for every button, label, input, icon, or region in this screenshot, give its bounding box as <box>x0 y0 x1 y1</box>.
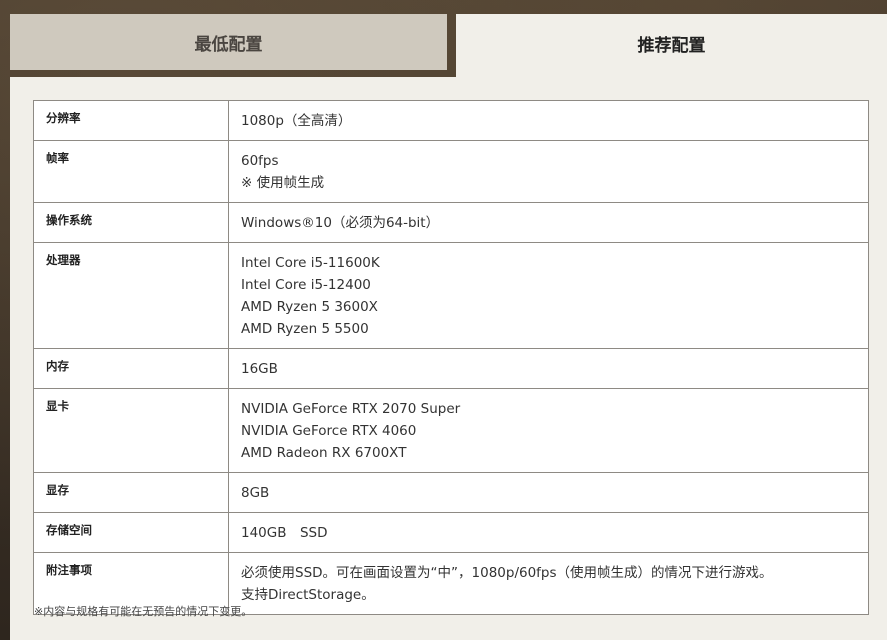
table-row: 帧率 60fps ※ 使用帧生成 <box>33 140 869 203</box>
value-line: 60fps <box>241 153 279 169</box>
table-row: 存储空间 140GB SSD <box>33 512 869 553</box>
row-value: Intel Core i5-11600K Intel Core i5-12400… <box>228 242 869 349</box>
value-line: Intel Core i5-12400 <box>241 277 371 293</box>
tab-recommended-label: 推荐配置 <box>637 35 706 56</box>
table-row: 显存 8GB <box>33 472 869 513</box>
value-line: 140GB SSD <box>241 525 328 541</box>
value-line: NVIDIA GeForce RTX 2070 Super <box>241 401 461 417</box>
spec-panel: 分辨率 1080p（全高清） 帧率 60fps ※ 使用帧生成 操作系统 Win… <box>10 77 887 640</box>
value-line: 必须使用SSD。可在画面设置为“中”，1080p/60fps（使用帧生成）的情况… <box>241 565 773 581</box>
row-label: 内存 <box>33 348 229 389</box>
row-value: Windows®10（必须为64-bit） <box>228 202 869 243</box>
tab-recommended-spec[interactable]: 推荐配置 <box>456 14 887 84</box>
tab-minimum-spec[interactable]: 最低配置 <box>10 14 447 70</box>
table-row: 操作系统 Windows®10（必须为64-bit） <box>33 202 869 243</box>
value-line: AMD Ryzen 5 3600X <box>241 299 378 315</box>
tab-minimum-label: 最低配置 <box>194 34 263 55</box>
disclaimer-footnote: ※内容与规格有可能在无预告的情况下变更。 <box>34 605 253 618</box>
row-value: 必须使用SSD。可在画面设置为“中”，1080p/60fps（使用帧生成）的情况… <box>228 552 869 615</box>
value-line: NVIDIA GeForce RTX 4060 <box>241 423 417 439</box>
row-value: 8GB <box>228 472 869 513</box>
row-label: 显卡 <box>33 388 229 473</box>
row-label: 帧率 <box>33 140 229 203</box>
table-row: 内存 16GB <box>33 348 869 389</box>
row-value: NVIDIA GeForce RTX 2070 Super NVIDIA GeF… <box>228 388 869 473</box>
value-line: Intel Core i5-11600K <box>241 255 380 271</box>
row-label: 操作系统 <box>33 202 229 243</box>
value-line: Windows®10（必须为64-bit） <box>241 215 440 231</box>
table-row: 分辨率 1080p（全高清） <box>33 100 869 141</box>
row-value: 1080p（全高清） <box>228 100 869 141</box>
row-label: 显存 <box>33 472 229 513</box>
spec-table: 分辨率 1080p（全高清） 帧率 60fps ※ 使用帧生成 操作系统 Win… <box>33 100 869 615</box>
value-line: 1080p（全高清） <box>241 113 352 129</box>
row-value: 140GB SSD <box>228 512 869 553</box>
value-line: AMD Ryzen 5 5500 <box>241 321 369 337</box>
row-label: 存储空间 <box>33 512 229 553</box>
value-line: 8GB <box>241 485 270 501</box>
value-line: ※ 使用帧生成 <box>241 175 325 191</box>
table-row: 显卡 NVIDIA GeForce RTX 2070 Super NVIDIA … <box>33 388 869 473</box>
table-row: 处理器 Intel Core i5-11600K Intel Core i5-1… <box>33 242 869 349</box>
value-line: 支持DirectStorage。 <box>241 587 375 603</box>
row-value: 16GB <box>228 348 869 389</box>
row-label: 处理器 <box>33 242 229 349</box>
row-value: 60fps ※ 使用帧生成 <box>228 140 869 203</box>
row-label: 分辨率 <box>33 100 229 141</box>
value-line: AMD Radeon RX 6700XT <box>241 445 407 461</box>
value-line: 16GB <box>241 361 278 377</box>
